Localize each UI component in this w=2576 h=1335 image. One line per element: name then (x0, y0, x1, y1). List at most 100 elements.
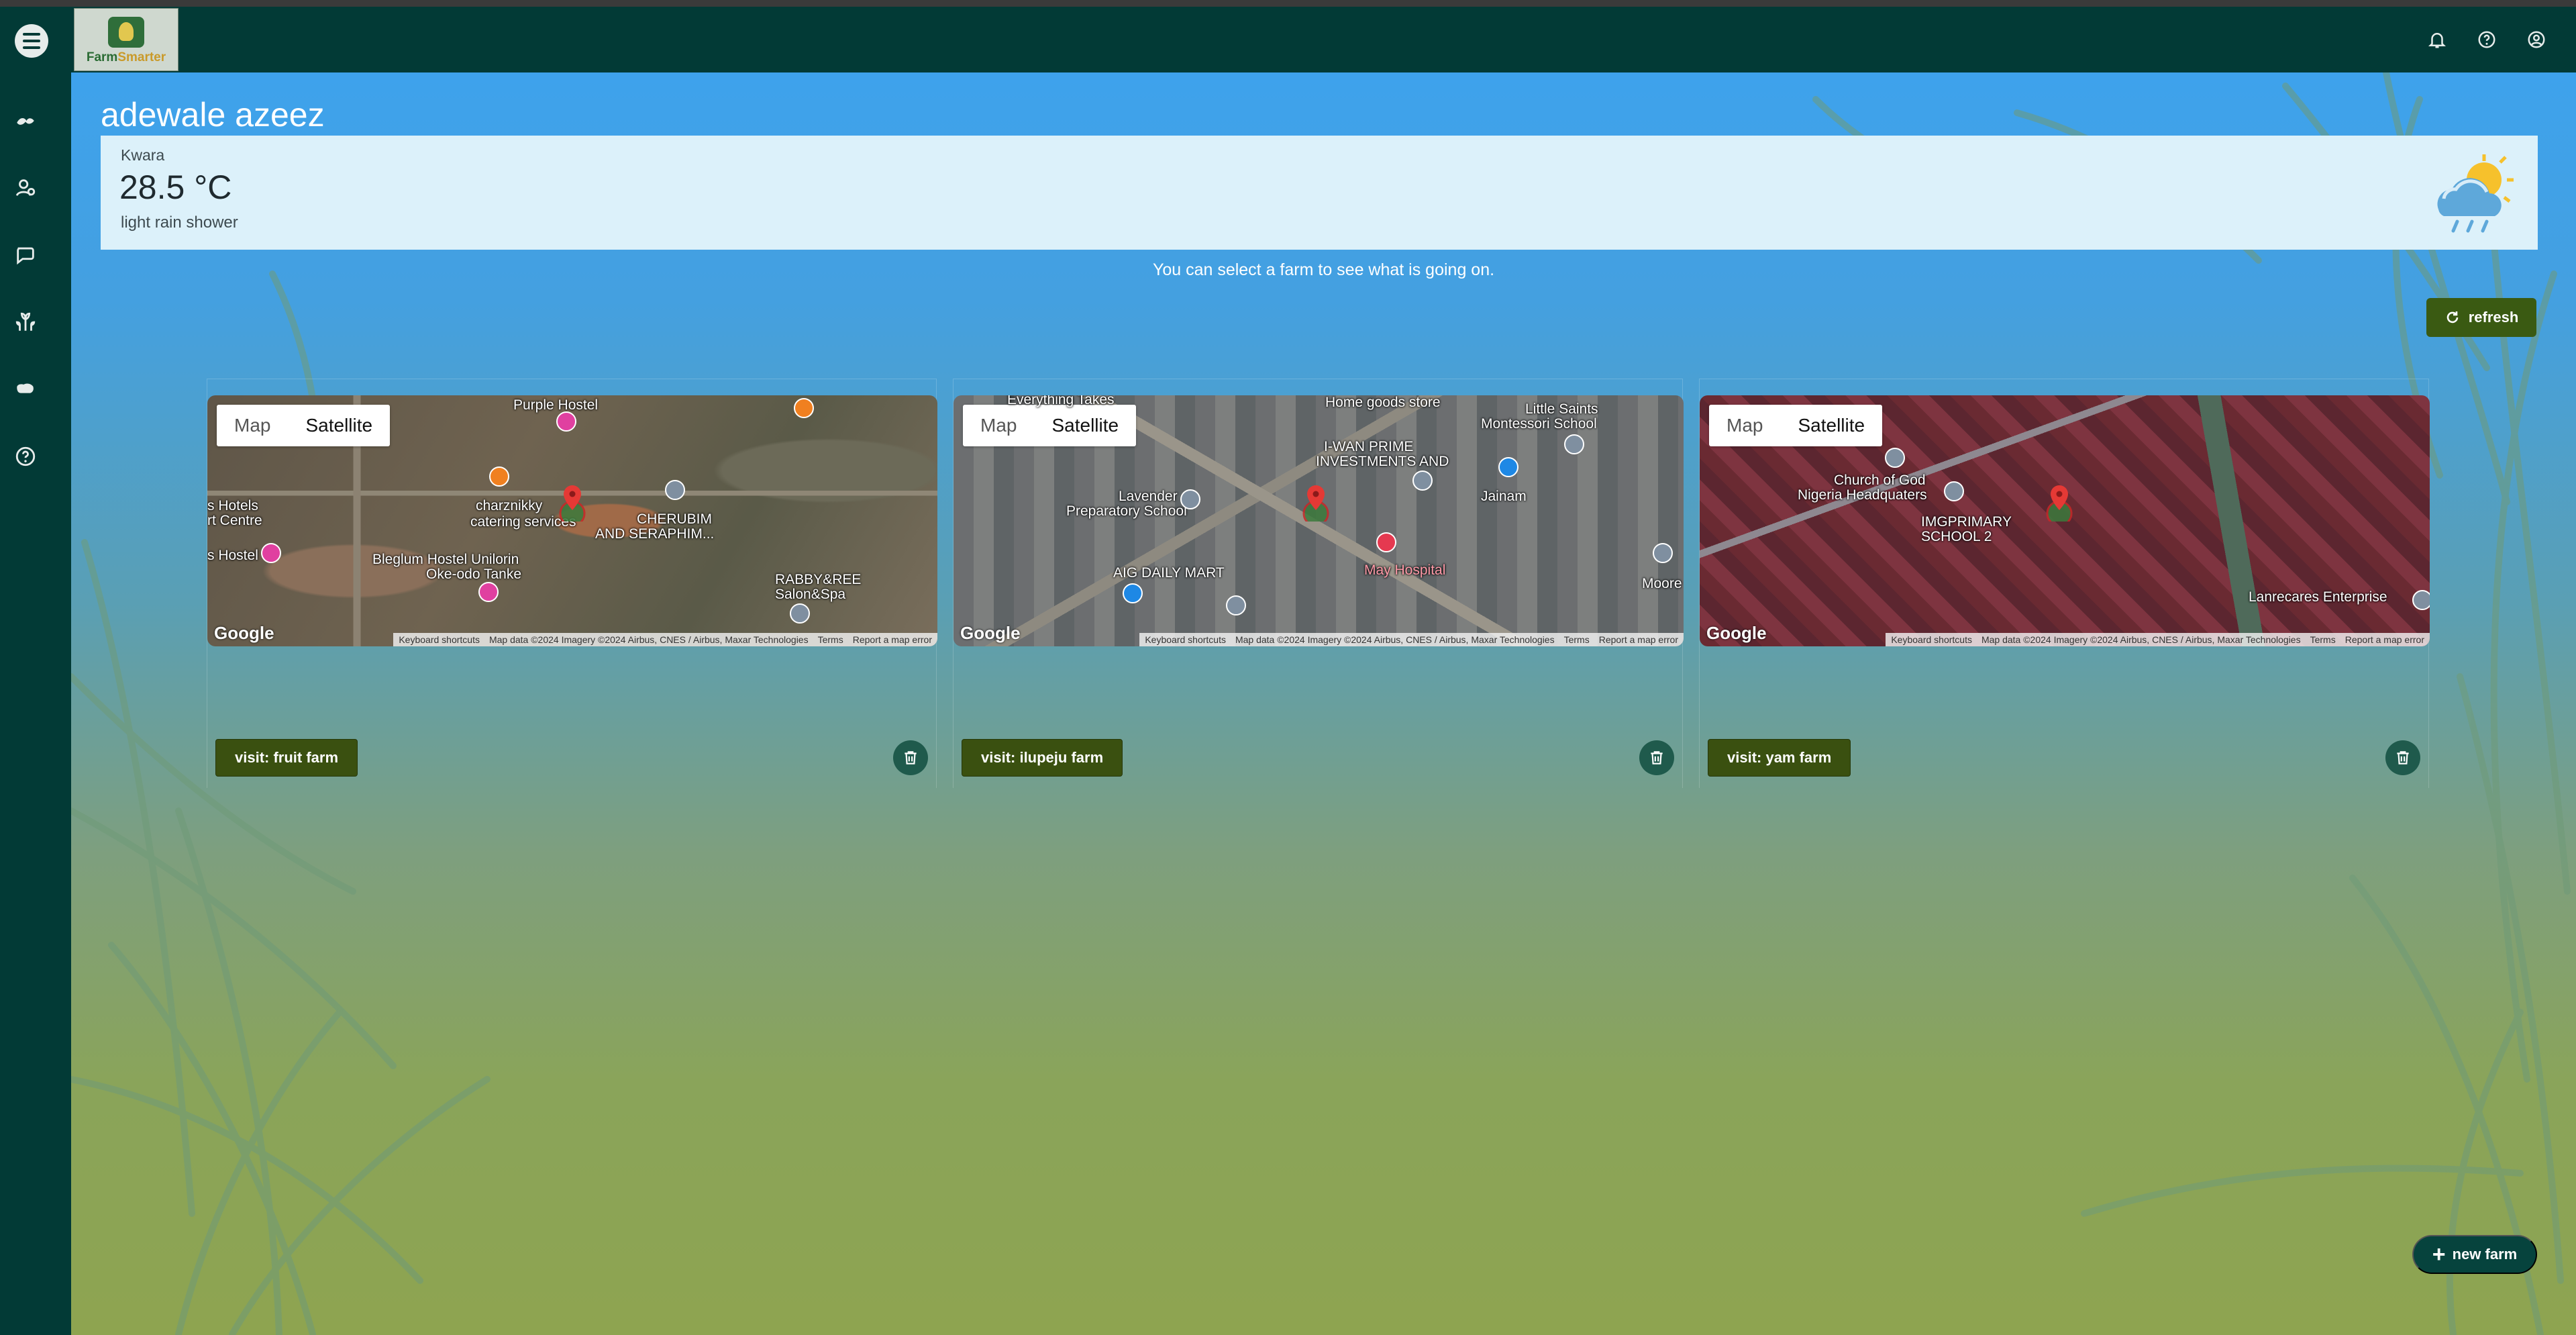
school-poi-icon (1564, 434, 1584, 454)
terms-link[interactable]: Terms (2310, 634, 2336, 645)
delete-farm-trash-icon[interactable] (893, 740, 928, 775)
place-poi-icon (1412, 471, 1433, 491)
map-type-toggle[interactable]: Map Satellite (1709, 405, 1883, 446)
google-logo: Google (214, 623, 274, 643)
keyboard-shortcuts-link[interactable]: Keyboard shortcuts (1145, 634, 1226, 645)
new-farm-label: new farm (2452, 1246, 2518, 1263)
map-place-label: Lavender (1119, 489, 1178, 504)
map-type-satellite[interactable]: Satellite (1034, 405, 1136, 446)
refresh-label: refresh (2468, 309, 2519, 326)
place-poi-icon (1653, 543, 1673, 563)
farm-card: Map Satellite Church of God Nigeria Head… (1699, 379, 2430, 788)
map-type-satellite[interactable]: Satellite (288, 405, 390, 446)
map-place-label: s Hotels (207, 498, 258, 513)
map-place-label: Moore (1642, 576, 1682, 591)
side-navigation (0, 7, 71, 1335)
farm-map[interactable]: Map Satellite Purple Hostel charznikky c… (207, 395, 937, 646)
map-place-label: CHERUBIM (637, 511, 713, 527)
google-logo: Google (1706, 623, 1767, 643)
shopping-poi-icon (1123, 583, 1143, 603)
report-map-error-link[interactable]: Report a map error (853, 634, 932, 645)
browser-top-strip (0, 0, 2576, 7)
map-attribution: Keyboard shortcuts Map data ©2024 Imager… (1139, 633, 1684, 646)
report-map-error-link[interactable]: Report a map error (1599, 634, 1678, 645)
church-poi-icon (1885, 448, 1905, 468)
farm-map[interactable]: Map Satellite Everything Takes Home good… (954, 395, 1684, 646)
visit-farm-button[interactable]: visit: fruit farm (215, 739, 358, 777)
delete-farm-trash-icon[interactable] (2385, 740, 2420, 775)
hotel-poi-icon (261, 543, 281, 563)
map-data-text: Map data ©2024 Imagery ©2024 Airbus, CNE… (488, 634, 809, 645)
crops-nav-icon[interactable] (12, 309, 39, 336)
visit-farm-button[interactable]: visit: ilupeju farm (962, 739, 1123, 777)
map-place-label: INVESTMENTS AND (1316, 454, 1449, 469)
map-place-label: charznikky (476, 498, 543, 513)
weather-temperature: 28.5 °C (119, 168, 232, 206)
farm-card: Map Satellite Everything Takes Home good… (953, 379, 1684, 788)
farm-location-pin-icon (2046, 485, 2073, 522)
plus-icon: + (2432, 1242, 2446, 1267)
logo-mark-icon (108, 17, 144, 48)
keyboard-shortcuts-link[interactable]: Keyboard shortcuts (1891, 634, 1972, 645)
terms-link[interactable]: Terms (818, 634, 843, 645)
map-type-toggle[interactable]: Map Satellite (217, 405, 391, 446)
delete-farm-trash-icon[interactable] (1639, 740, 1674, 775)
map-place-label: Preparatory School (1066, 503, 1187, 519)
place-poi-icon (790, 603, 810, 624)
google-logo: Google (960, 623, 1021, 643)
farm-location-pin-icon (1302, 485, 1329, 522)
users-nav-icon[interactable] (12, 175, 39, 201)
map-place-label: Oke-odo Tanke (426, 566, 522, 582)
map-place-label: I-WAN PRIME (1324, 439, 1414, 454)
restaurant-poi-icon (794, 398, 814, 418)
refresh-button[interactable]: refresh (2426, 298, 2536, 337)
map-type-map[interactable]: Map (217, 405, 288, 446)
restaurant-poi-icon (489, 466, 509, 487)
map-type-satellite[interactable]: Satellite (1780, 405, 1882, 446)
dashboard-main: adewale azeez Kwara 28.5 °C light rain s… (71, 72, 2576, 1335)
visit-farm-button[interactable]: visit: yam farm (1708, 739, 1851, 777)
terms-link[interactable]: Terms (1564, 634, 1590, 645)
farm-map[interactable]: Map Satellite Church of God Nigeria Head… (1700, 395, 2430, 646)
chat-nav-icon[interactable] (12, 242, 39, 268)
church-poi-icon (665, 480, 685, 500)
new-farm-button[interactable]: + new farm (2412, 1235, 2537, 1274)
map-place-label: Montessori School (1481, 416, 1597, 432)
hamburger-menu-icon[interactable] (15, 24, 48, 58)
map-place-label: AIG DAILY MART (1113, 565, 1225, 581)
map-place-label: Salon&Spa (775, 587, 846, 602)
farmsmarter-logo[interactable]: FarmSmarter (74, 8, 178, 71)
map-attribution: Keyboard shortcuts Map data ©2024 Imager… (393, 633, 937, 646)
map-place-label: Church of God (1834, 473, 1926, 488)
weather-card: Kwara 28.5 °C light rain shower (101, 136, 2538, 250)
map-place-label: Lanrecares Enterprise (2249, 589, 2387, 605)
help-circle-icon[interactable] (2474, 27, 2500, 52)
map-type-map[interactable]: Map (963, 405, 1034, 446)
map-type-toggle[interactable]: Map Satellite (963, 405, 1137, 446)
farm-nav-icon[interactable] (12, 107, 39, 134)
map-data-text: Map data ©2024 Imagery ©2024 Airbus, CNE… (1235, 634, 1555, 645)
report-map-error-link[interactable]: Report a map error (2345, 634, 2424, 645)
place-poi-icon (2412, 590, 2430, 610)
map-type-map[interactable]: Map (1709, 405, 1780, 446)
account-circle-icon[interactable] (2524, 27, 2549, 52)
help-nav-icon[interactable] (12, 443, 39, 470)
map-place-label: Nigeria Headquaters (1798, 487, 1927, 503)
map-place-label: RABBY&REE (775, 572, 862, 587)
map-place-label: IMGPRIMARY (1921, 514, 2012, 530)
livestock-nav-icon[interactable] (12, 376, 39, 403)
map-attribution: Keyboard shortcuts Map data ©2024 Imager… (1886, 633, 2430, 646)
farm-card: Map Satellite Purple Hostel charznikky c… (207, 379, 937, 788)
place-poi-icon (1226, 595, 1246, 615)
map-place-label: Purple Hostel (513, 397, 599, 413)
map-place-label: Bleglum Hostel Unilorin (372, 552, 519, 567)
keyboard-shortcuts-link[interactable]: Keyboard shortcuts (399, 634, 480, 645)
select-farm-hint: You can select a farm to see what is goi… (1152, 260, 1495, 279)
map-place-label: Little Saints (1525, 401, 1598, 417)
map-place-label: May Hospital (1364, 562, 1446, 578)
top-app-bar: FarmSmarter (71, 7, 2576, 72)
shopping-poi-icon (1498, 457, 1518, 477)
notifications-bell-icon[interactable] (2424, 27, 2450, 52)
map-place-label: Everything Takes (1007, 395, 1115, 407)
user-name-heading: adewale azeez (101, 96, 325, 134)
